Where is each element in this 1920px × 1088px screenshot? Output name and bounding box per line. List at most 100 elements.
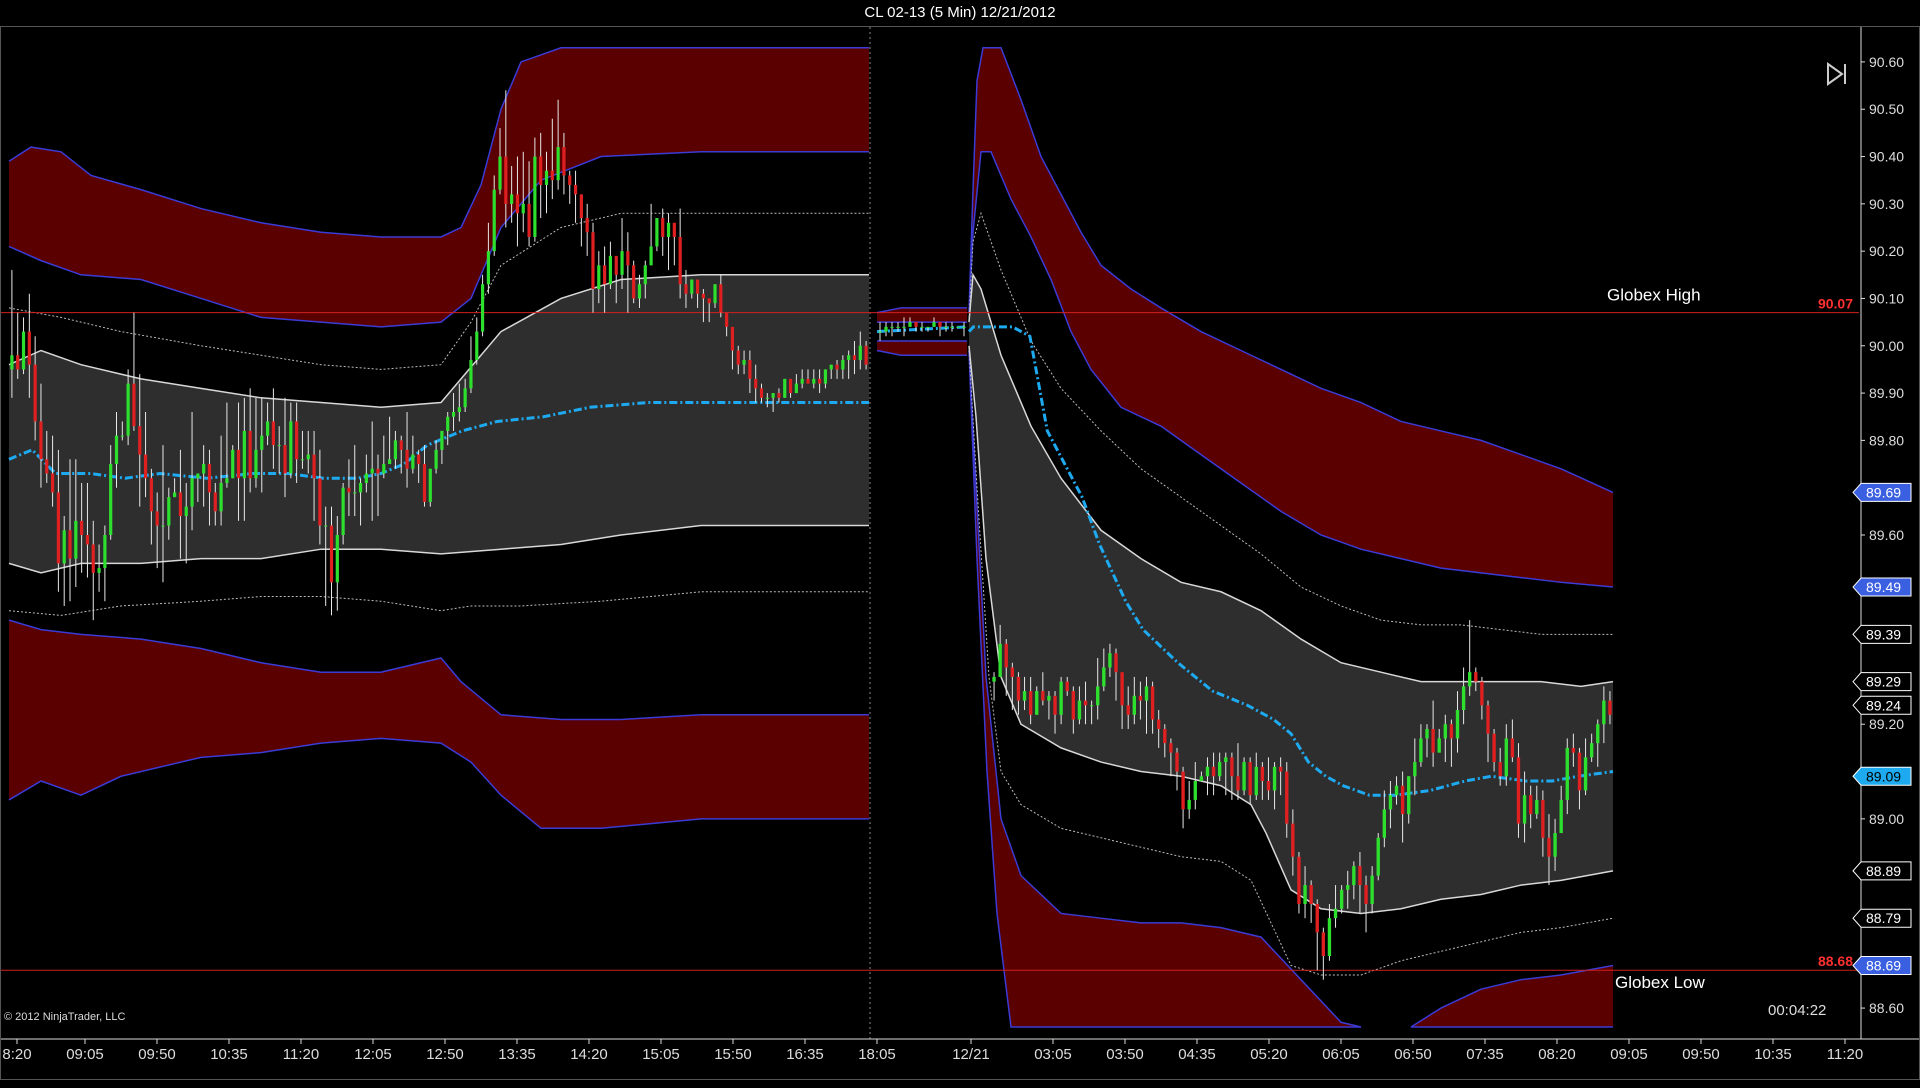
candle-body [1528,795,1533,815]
candle-body [56,492,60,564]
y-tick-label: 89.20 [1869,716,1904,732]
candle-body [1394,785,1399,796]
x-tick-label: 13:35 [498,1046,536,1063]
candle-body [1242,762,1246,791]
candle-body [1016,676,1021,701]
candle-body [248,430,252,479]
candle-body [1577,752,1582,791]
candle-body [1035,691,1039,715]
candle-body [725,312,729,327]
day1-candle [608,241,613,289]
price-marker-label: 89.39 [1866,626,1901,642]
candle-body [1205,766,1210,777]
candle-body [1547,837,1551,857]
candle-body [85,535,90,545]
candle-body [207,464,212,493]
day2-candle [1516,743,1521,838]
candle-body [962,326,966,328]
candle-body [1163,728,1167,744]
candle-body [614,255,618,275]
candle-body [219,482,223,512]
price-marker-label: 89.69 [1866,484,1901,500]
candle-body [1102,667,1106,687]
candle-body [417,454,421,465]
x-tick-label: 14:20 [570,1046,608,1063]
candle-body [382,464,386,474]
candle-body [1150,686,1155,720]
day1-candle [620,218,624,289]
price-marker-label: 88.79 [1866,910,1901,926]
candle-body [521,203,525,214]
day2-candle [1181,766,1185,829]
price-marker-label: 89.24 [1866,697,1901,713]
candle-body [1053,695,1057,715]
candle-body [771,393,775,398]
candle-body [550,170,554,181]
candle-body [1303,885,1307,904]
day1-candle [661,208,665,256]
candle-body [556,147,560,181]
day1-candle [655,218,659,252]
price-marker: 89.09 [1852,766,1912,786]
candle-body [736,350,740,365]
candle-body [143,454,148,479]
day1-candle [480,274,485,337]
price-chart[interactable]: Globex High 90.07 Globex Low 88.68 90.60 90.… [1,27,1919,1079]
candle-body [1260,766,1265,781]
candle-body [626,251,630,266]
candle-body [1474,672,1478,682]
candle-body [1022,691,1027,701]
scroll-to-end-icon[interactable] [1823,61,1849,87]
candle-body [938,322,942,327]
candle-body [312,454,316,479]
candle-body [463,388,467,408]
x-tick-label: 06:50 [1394,1046,1432,1063]
day2-candle [1327,904,1332,961]
candle-body [568,175,572,185]
candle-body [50,473,55,493]
candle-body [492,189,496,252]
candle-body [1364,885,1368,904]
candle-body [1535,799,1539,815]
candle-body [393,440,398,460]
candle-body [440,430,444,450]
candle-body [80,520,84,535]
candle-body [632,265,636,299]
candle-body [1309,885,1313,904]
x-tick-label: 06:05 [1322,1046,1360,1063]
price-marker: 89.24 [1852,695,1912,715]
x-tick-label: 08:20 [1538,1046,1576,1063]
candle-body [376,468,380,474]
day1-candle [21,317,26,375]
x-tick-label: 05:20 [1250,1046,1288,1063]
candle-body [823,369,828,384]
candle-body [800,378,804,384]
x-tick-label: 8:20 [2,1046,31,1063]
candle-body [45,459,49,474]
candle-body [597,265,601,289]
x-tick-label: 15:50 [714,1046,752,1063]
candle-body [754,378,758,389]
day1-candle [469,336,473,394]
candle-body [225,478,229,483]
candle-body [950,326,954,328]
candle-body [1272,766,1277,791]
bar-timer: 00:04:22 [1768,1002,1827,1019]
candle-body [926,326,930,328]
candle-body [329,525,334,583]
candle-body [878,331,882,333]
candle-body [759,388,764,398]
y-tick-label: 88.60 [1869,1000,1904,1016]
chart-title: CL 02-13 (5 Min) 12/21/2012 [0,0,1920,26]
candle-body [841,359,845,370]
x-tick-label: 12/21 [952,1046,990,1063]
candle-body [74,520,78,559]
y-tick-label: 90.60 [1869,54,1904,70]
day2-candle [1315,899,1319,971]
chart-panel[interactable]: Globex High 90.07 Globex Low 88.68 90.60 90.… [0,26,1920,1080]
candle-body [1333,908,1338,919]
candle-body [1583,757,1588,791]
candle-body [1114,653,1118,673]
candle-body [324,525,328,527]
candle-body [1589,743,1594,758]
